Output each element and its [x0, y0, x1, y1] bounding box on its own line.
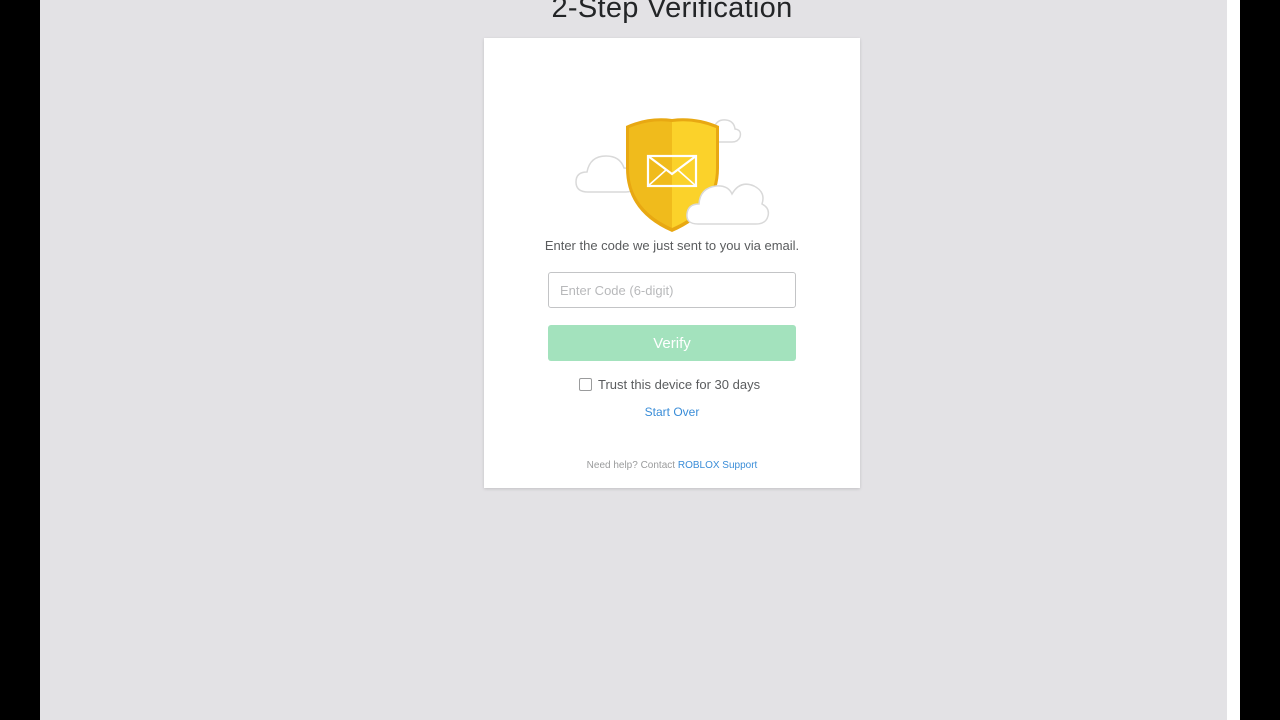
shield-envelope-icon: [575, 118, 770, 232]
app-screen: 2-Step Verification Enter the code we ju…: [40, 0, 1227, 720]
instruction-text: Enter the code we just sent to you via e…: [544, 238, 800, 253]
trust-device-row[interactable]: Trust this device for 30 days: [579, 375, 760, 393]
start-over-link[interactable]: Start Over: [484, 405, 860, 419]
help-text: Need help? Contact ROBLOX Support: [484, 460, 860, 471]
help-prefix: Need help? Contact: [586, 460, 676, 471]
verify-button[interactable]: Verify: [548, 325, 796, 361]
trust-device-label[interactable]: Trust this device for 30 days: [598, 377, 760, 392]
support-link[interactable]: ROBLOX Support: [678, 460, 757, 471]
page-title: 2-Step Verification: [551, 0, 793, 24]
verification-card: Enter the code we just sent to you via e…: [484, 38, 860, 488]
trust-device-checkbox[interactable]: [579, 377, 592, 391]
window-edge: [1227, 0, 1240, 720]
code-input[interactable]: [548, 272, 796, 308]
